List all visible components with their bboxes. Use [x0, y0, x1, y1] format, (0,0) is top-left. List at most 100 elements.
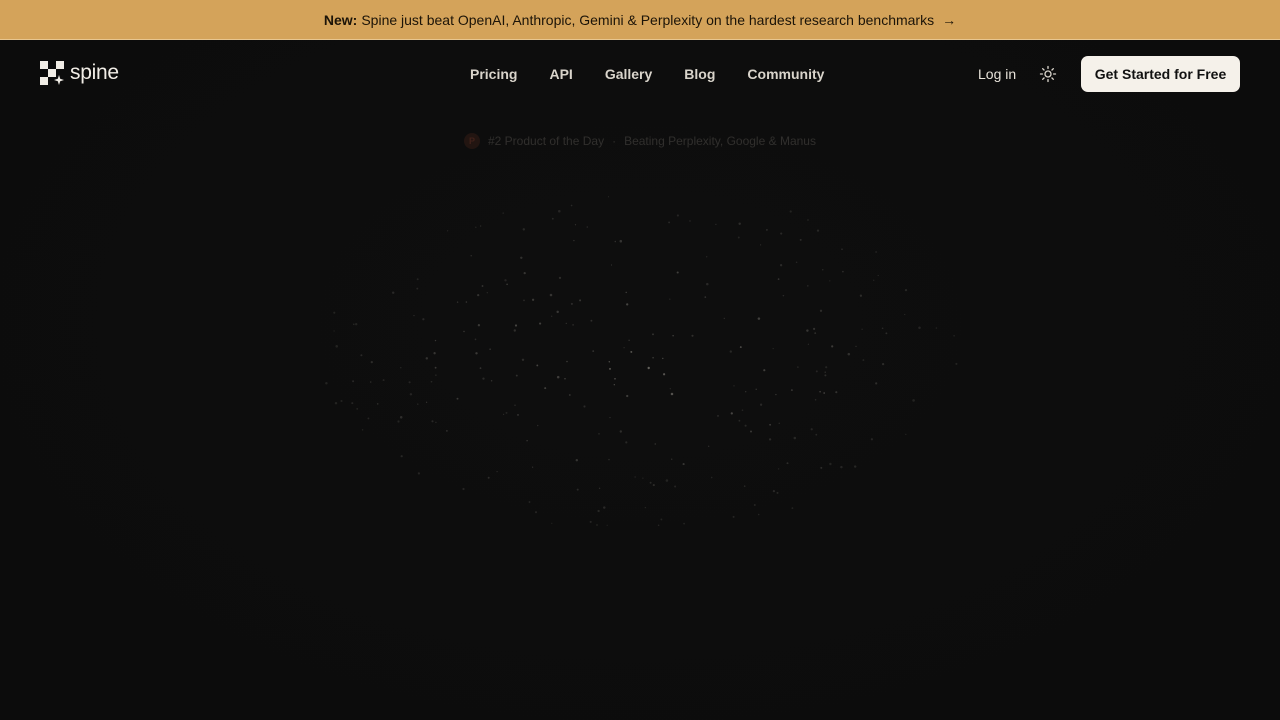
particle-dot — [417, 403, 419, 405]
particle-dot — [807, 219, 809, 221]
particle-dot — [481, 285, 484, 287]
particle-dot — [514, 324, 518, 327]
particle-dot — [738, 222, 741, 225]
particle-dot — [706, 256, 708, 258]
particle-dot — [795, 261, 798, 264]
particle-dot — [912, 399, 915, 402]
particle-dot — [475, 226, 477, 228]
particle-dot — [597, 509, 600, 513]
particle-dot — [799, 238, 802, 241]
particle-dot — [614, 240, 617, 243]
particle-dot — [434, 339, 437, 342]
product-hunt-badge[interactable]: P #2 Product of the Day · Beating Perple… — [464, 133, 816, 149]
nav-gallery[interactable]: Gallery — [605, 66, 652, 82]
particle-dot — [813, 327, 816, 330]
particle-dot — [613, 384, 615, 386]
nav-pricing[interactable]: Pricing — [470, 66, 517, 82]
particle-dot — [528, 501, 531, 503]
particle-dot — [904, 313, 906, 316]
particle-dot — [434, 366, 437, 369]
particle-dot — [531, 466, 534, 468]
brand-logo[interactable]: spine — [40, 61, 119, 85]
particle-dot — [881, 327, 884, 330]
particle-dot — [669, 298, 671, 300]
particle-dot — [608, 458, 610, 461]
particle-dot — [670, 458, 673, 460]
particle-dot — [382, 379, 385, 382]
particle-dot — [778, 422, 780, 424]
particle-dot — [877, 274, 879, 277]
particle-dot — [416, 278, 419, 281]
particle-dot — [397, 420, 400, 423]
particle-dot — [745, 391, 747, 393]
particle-dot — [824, 371, 826, 373]
particle-dot — [619, 430, 622, 433]
particle-dot — [576, 488, 579, 491]
particle-dot — [435, 421, 437, 424]
badge-separator: · — [612, 134, 617, 148]
particle-dot — [431, 420, 434, 423]
particle-dot — [630, 350, 632, 353]
nav-api[interactable]: API — [549, 66, 572, 82]
particle-dot — [642, 477, 644, 479]
particle-dot — [521, 358, 525, 362]
particle-dot — [446, 230, 449, 232]
particle-dot — [517, 414, 519, 416]
particle-dot — [755, 388, 757, 390]
particle-dot — [777, 468, 780, 470]
particle-dot — [367, 417, 370, 420]
particle-dot — [490, 380, 493, 382]
particle-dot — [730, 412, 733, 415]
particle-dot — [592, 350, 595, 352]
particle-dot — [662, 373, 666, 376]
particle-dot — [351, 402, 354, 405]
nav-blog[interactable]: Blog — [684, 66, 715, 82]
announcement-banner[interactable]: New: Spine just beat OpenAI, Anthropic, … — [0, 0, 1280, 40]
particle-dot — [435, 374, 437, 376]
login-link[interactable]: Log in — [978, 66, 1016, 82]
arrow-right-icon: → — [942, 11, 957, 28]
particle-dot — [333, 311, 336, 314]
particle-dot — [953, 335, 955, 337]
particle-dot — [840, 465, 843, 469]
particle-dot — [859, 294, 863, 297]
theme-toggle-button[interactable] — [1038, 64, 1058, 84]
particle-dot — [806, 285, 809, 287]
particle-dot — [652, 356, 654, 359]
particle-dot — [668, 221, 671, 224]
particle-dot — [772, 489, 776, 493]
particle-dot — [824, 374, 827, 377]
particle-dot — [862, 359, 865, 362]
particle-dot — [854, 465, 857, 468]
get-started-button[interactable]: Get Started for Free — [1081, 56, 1240, 92]
particle-dot — [769, 423, 771, 426]
particle-dot — [829, 280, 831, 282]
nav-community[interactable]: Community — [747, 66, 824, 82]
particle-dot — [583, 405, 586, 408]
particle-dot — [596, 524, 598, 526]
particle-dot — [514, 404, 516, 407]
particle-dot — [706, 282, 709, 286]
particle-dot — [905, 433, 907, 436]
particle-dot — [819, 309, 823, 312]
particle-dot — [325, 382, 328, 385]
particle-dot — [782, 294, 785, 297]
banner-text: Spine just beat OpenAI, Anthropic, Gemin… — [361, 11, 935, 28]
particle-dot — [610, 264, 613, 266]
particle-dot — [568, 394, 571, 396]
particle-dot — [531, 298, 535, 301]
particle-dot — [739, 346, 742, 349]
particle-dot — [334, 401, 338, 405]
particle-dot — [710, 476, 713, 479]
particle-dot — [376, 403, 379, 405]
particle-dot — [662, 357, 664, 360]
particle-dot — [780, 232, 783, 235]
particle-dot — [515, 374, 518, 377]
particle-dot — [551, 522, 553, 524]
particle-dot — [477, 324, 481, 327]
particle-dot — [649, 481, 652, 484]
particle-dot — [625, 291, 627, 294]
particle-dot — [652, 333, 654, 336]
particle-dot — [409, 393, 413, 396]
particle-dot — [474, 338, 477, 341]
